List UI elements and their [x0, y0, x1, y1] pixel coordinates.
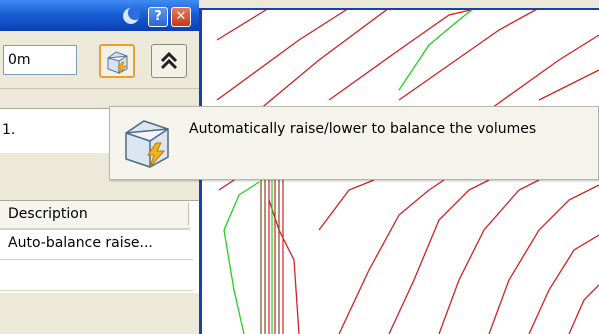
table-row[interactable]	[0, 260, 193, 291]
auto-balance-button[interactable]	[99, 44, 135, 78]
tooltip-text: Automatically raise/lower to balance the…	[189, 121, 537, 137]
auto-balance-icon	[125, 120, 169, 168]
table-row[interactable]: Auto-balance raise...	[0, 231, 193, 260]
double-chevron-up-icon	[160, 51, 178, 70]
options-text: 1.	[2, 122, 16, 138]
table-cell: Auto-balance raise...	[8, 235, 153, 251]
canvas-top-strip	[199, 0, 599, 8]
description-table: Description Auto-balance raise...	[0, 200, 199, 293]
raise-button[interactable]	[151, 44, 187, 78]
value-input[interactable]: 0m	[3, 45, 77, 75]
column-divider[interactable]	[188, 203, 189, 225]
tooltip: Automatically raise/lower to balance the…	[109, 106, 599, 180]
canvas-frame	[199, 8, 599, 10]
column-header-description[interactable]: Description	[0, 201, 190, 230]
separator	[0, 88, 199, 89]
moon-icon	[123, 6, 140, 24]
help-button[interactable]: ?	[148, 7, 168, 27]
column-header-label: Description	[8, 206, 88, 222]
panel-titlebar: ? ✕	[0, 0, 199, 31]
auto-balance-icon	[107, 51, 128, 75]
close-button[interactable]: ✕	[171, 7, 191, 27]
